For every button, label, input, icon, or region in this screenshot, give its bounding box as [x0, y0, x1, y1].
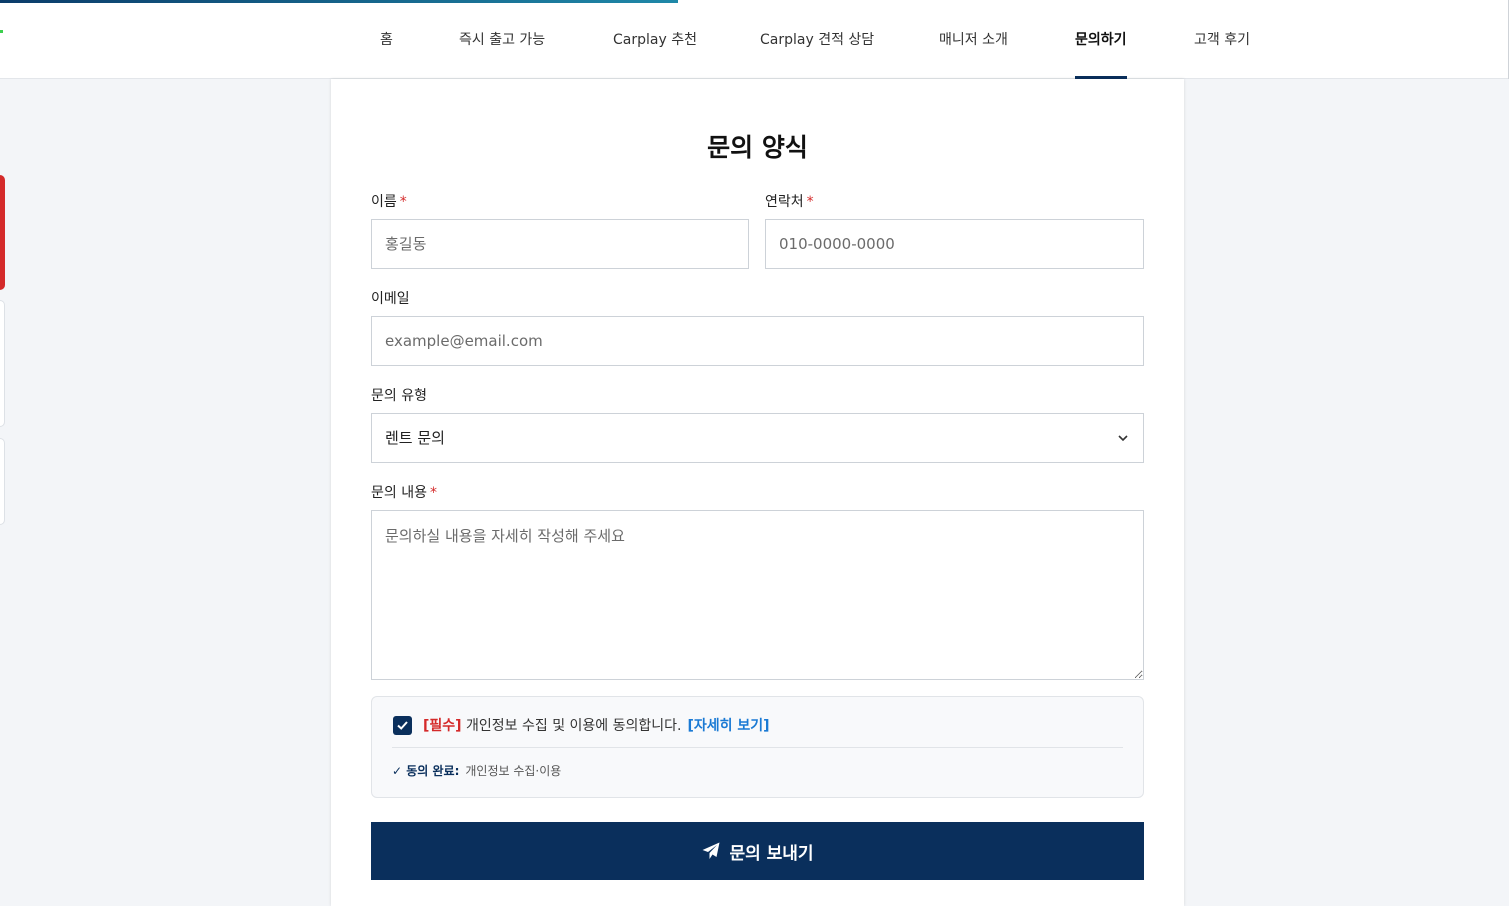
name-label-text: 이름 [371, 194, 397, 210]
logo[interactable] [0, 30, 3, 33]
inquiry-form-card: 문의 양식 이름* 연락처* 이메일 문의 유형 렌트 문의 문의 내용* [필… [331, 79, 1184, 906]
scroll-progress-bar [0, 0, 678, 3]
phone-input[interactable] [765, 219, 1144, 269]
inquiry-type-select[interactable]: 렌트 문의 [371, 413, 1144, 463]
nav-item-carplay-quote[interactable]: Carplay 견적 상담 [760, 0, 874, 79]
inquiry-type-selected: 렌트 문의 [385, 429, 445, 447]
view-details-link[interactable]: [자세히 보기] [687, 718, 769, 734]
chevron-down-icon [1118, 435, 1128, 442]
privacy-consent-checkbox[interactable] [393, 716, 412, 735]
required-mark: * [399, 194, 407, 210]
privacy-consent-text: [필수] 개인정보 수집 및 이용에 동의합니다. [자세히 보기] [423, 715, 770, 735]
email-label: 이메일 [371, 288, 410, 308]
top-header: 홈 즉시 출고 가능 Carplay 추천 Carplay 견적 상담 매니저 … [0, 0, 1509, 79]
side-floating-tab[interactable] [0, 300, 5, 427]
side-floating-tab[interactable] [0, 438, 5, 525]
content-label-text: 문의 내용 [371, 485, 427, 501]
content-textarea[interactable] [371, 510, 1144, 680]
phone-label: 연락처 * [765, 191, 814, 211]
submit-inquiry-button[interactable]: 문의 보내기 [371, 822, 1144, 880]
nav-item-home[interactable]: 홈 [380, 0, 393, 79]
required-mark: * [806, 194, 814, 210]
nav-item-inquiry[interactable]: 문의하기 [1075, 0, 1127, 79]
privacy-consent-box: [필수] 개인정보 수집 및 이용에 동의합니다. [자세히 보기] ✓ 동의 완… [371, 696, 1144, 798]
email-input[interactable] [371, 316, 1144, 366]
name-label: 이름 * [371, 191, 407, 211]
paper-plane-icon [702, 842, 720, 859]
nav-item-manager-intro[interactable]: 매니저 소개 [939, 0, 1008, 79]
required-tag: [필수] [423, 718, 462, 734]
required-mark: * [429, 485, 437, 501]
nav-item-reviews[interactable]: 고객 후기 [1194, 0, 1250, 79]
side-floating-tab-red[interactable] [0, 175, 5, 290]
nav-item-instant-delivery[interactable]: 즉시 출고 가능 [459, 0, 545, 79]
form-title: 문의 양식 [707, 133, 808, 162]
nav-item-carplay-recommend[interactable]: Carplay 추천 [613, 0, 697, 79]
inquiry-type-label-text: 문의 유형 [371, 388, 427, 404]
inquiry-type-label: 문의 유형 [371, 385, 427, 405]
submit-label: 문의 보내기 [729, 843, 814, 864]
email-label-text: 이메일 [371, 291, 410, 307]
consent-done-label: ✓ 동의 완료: [392, 764, 460, 778]
check-icon [397, 721, 408, 730]
consent-done-desc: 개인정보 수집·이용 [465, 764, 562, 778]
divider [392, 747, 1123, 748]
phone-label-text: 연락처 [765, 194, 804, 210]
name-input[interactable] [371, 219, 749, 269]
consent-statement: 개인정보 수집 및 이용에 동의합니다. [461, 718, 682, 734]
consent-status: ✓ 동의 완료: 개인정보 수집·이용 [392, 762, 561, 779]
content-label: 문의 내용 * [371, 482, 437, 502]
